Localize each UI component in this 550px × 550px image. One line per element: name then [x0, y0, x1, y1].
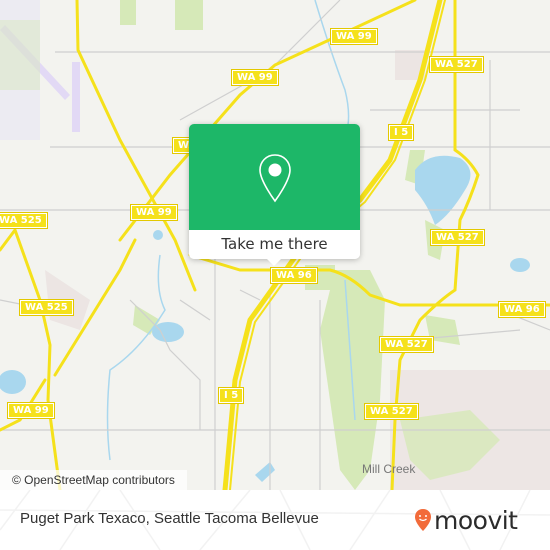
lake: [152, 322, 184, 342]
route-shield-wa527: WA 527: [364, 403, 419, 420]
place-label-mill-creek: Mill Creek: [362, 462, 416, 476]
route-shield-wa99: WA 99: [130, 204, 178, 221]
park-area: [175, 0, 203, 30]
location-pin-icon: [259, 154, 291, 203]
park-area: [120, 0, 136, 25]
stream: [314, 0, 350, 126]
location-popup: Take me there: [189, 124, 360, 266]
location-title: Puget Park Texaco, Seattle Tacoma Bellev…: [20, 510, 319, 527]
route-shield-wa96: WA 96: [498, 301, 546, 318]
route-shield-wa99: WA 99: [231, 69, 279, 86]
take-me-there-button[interactable]: Take me there: [189, 230, 360, 259]
park-area: [0, 20, 40, 90]
route-shield-wa527: WA 527: [379, 336, 434, 353]
pond: [255, 462, 275, 482]
runway: [72, 62, 80, 132]
route-shield-i5: I 5: [217, 387, 245, 404]
lake: [0, 370, 26, 394]
map-attribution[interactable]: © OpenStreetMap contributors: [0, 470, 187, 490]
footer-bar: Puget Park Texaco, Seattle Tacoma Bellev…: [0, 490, 550, 550]
route-shield-wa525: WA 525: [0, 212, 48, 229]
moovit-pin-icon: [415, 509, 431, 531]
route-shield-wa96: WA 96: [270, 267, 318, 284]
route-shield-wa525: WA 525: [19, 299, 74, 316]
moovit-logo[interactable]: moovit: [414, 500, 518, 540]
pond: [153, 230, 163, 240]
popup-footer: Take me there: [189, 230, 360, 259]
route-shield-wa99: WA 99: [7, 402, 55, 419]
stream: [106, 254, 166, 461]
brand-name: moovit: [434, 505, 518, 535]
route-shield-wa99: WA 99: [330, 28, 378, 45]
lake: [510, 258, 530, 272]
route-shield-i5: I 5: [387, 124, 415, 141]
route-shield-wa527: WA 527: [429, 56, 484, 73]
popup-header: [189, 124, 360, 230]
map[interactable]: WA 99 WA 99 WA 99 WA 99 WA 99 WA 527 WA …: [0, 0, 550, 490]
popup-tail: [267, 259, 281, 266]
route-shield-wa527: WA 527: [430, 229, 485, 246]
